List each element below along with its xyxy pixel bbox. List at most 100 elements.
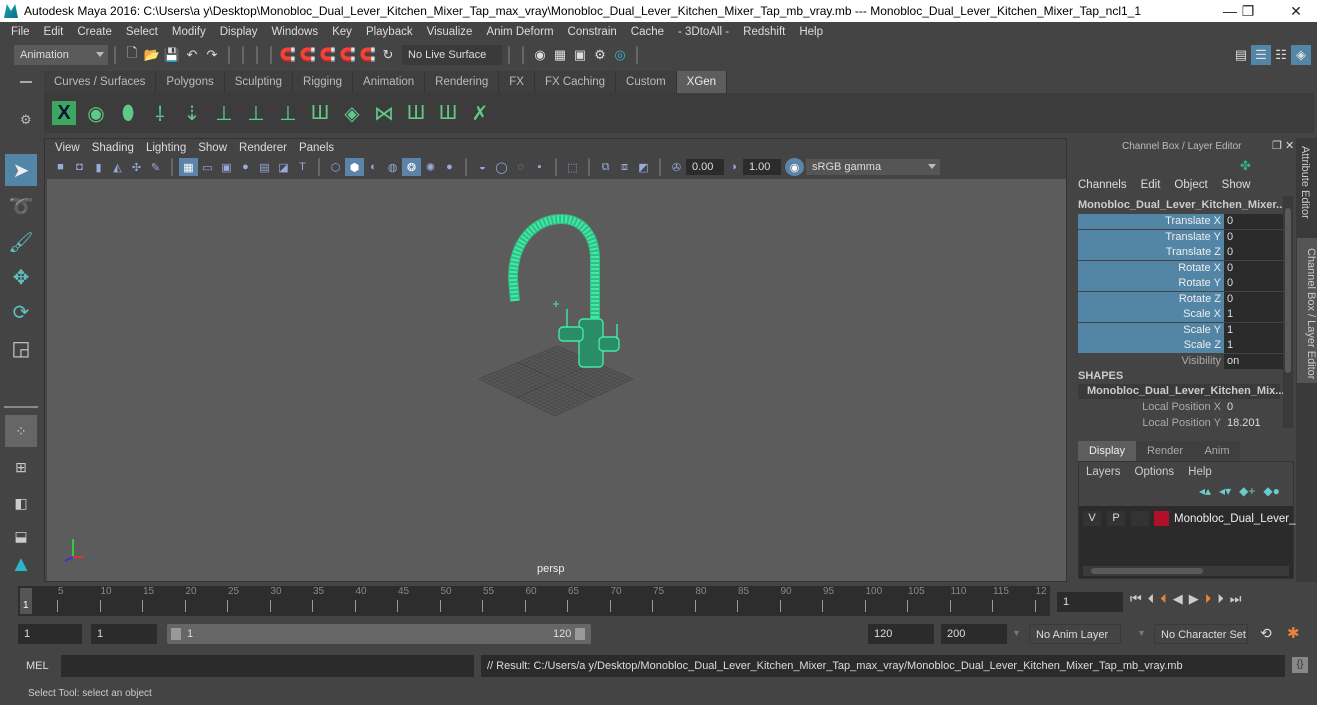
script-editor-icon[interactable]: {} xyxy=(1292,657,1308,673)
end-time-field[interactable]: 200 xyxy=(941,624,1007,644)
delete-guides-icon[interactable]: ✗ xyxy=(464,97,496,129)
lock-guide-icon[interactable]: ⊥ xyxy=(272,97,304,129)
render-current-frame-icon[interactable]: ▦ xyxy=(550,45,570,65)
textured-icon[interactable]: ◍ xyxy=(383,158,402,176)
menu-anim-deform[interactable]: Anim Deform xyxy=(479,26,560,38)
channel-label[interactable]: Scale Z xyxy=(1078,338,1224,353)
menu-playback[interactable]: Playback xyxy=(359,26,420,38)
shelf-tab-custom[interactable]: Custom xyxy=(616,71,677,93)
menu-show[interactable]: Show xyxy=(1222,179,1251,191)
channel-label[interactable]: Translate Y xyxy=(1078,229,1224,245)
snap-view-plane-icon[interactable]: 🧲 xyxy=(338,45,358,65)
shelf-tab-xgen[interactable]: XGen xyxy=(676,71,728,93)
channel-row[interactable]: Scale Z1 xyxy=(1078,338,1284,353)
save-scene-icon[interactable]: 💾 xyxy=(162,45,182,65)
xray-active-icon[interactable]: ⧈ xyxy=(615,158,634,176)
viewport-menu-renderer[interactable]: Renderer xyxy=(233,142,293,154)
depth-of-field-icon[interactable]: ◌ xyxy=(511,158,530,176)
tab-render[interactable]: Render xyxy=(1136,441,1194,461)
rotate-tool-icon[interactable]: ⟳ xyxy=(5,296,37,328)
channel-value[interactable]: on xyxy=(1224,353,1284,369)
smooth-shade-icon[interactable]: ⬢ xyxy=(345,158,364,176)
viewport-menu-panels[interactable]: Panels xyxy=(293,142,340,154)
layer-list-hscrollbar[interactable] xyxy=(1083,566,1289,576)
playback-start-field[interactable]: 1 xyxy=(91,624,157,644)
open-scene-icon[interactable]: 📂 xyxy=(142,45,162,65)
grease-pencil-icon[interactable]: ✎ xyxy=(146,158,165,176)
scrollbar-thumb[interactable] xyxy=(1285,208,1291,373)
hypershade-icon[interactable]: ◎ xyxy=(610,45,630,65)
channel-label[interactable]: Local Position X xyxy=(1078,400,1224,415)
guides-icon[interactable]: Ш xyxy=(304,97,336,129)
current-frame-field[interactable]: 1 xyxy=(1057,592,1123,612)
menu-channels[interactable]: Channels xyxy=(1078,179,1127,191)
channel-value[interactable]: 0 xyxy=(1224,400,1284,415)
make-live-icon[interactable]: ↻ xyxy=(378,45,398,65)
add-guide-icon[interactable]: ⸸ xyxy=(144,97,176,129)
shadows-icon[interactable]: ✺ xyxy=(421,158,440,176)
step-back-key-icon[interactable]: ⏴ xyxy=(1160,591,1167,607)
default-material-icon[interactable]: ◐ xyxy=(364,158,383,176)
channel-value[interactable]: 0 xyxy=(1224,291,1284,307)
xgen-editor-icon[interactable]: X xyxy=(48,97,80,129)
select-guides-icon[interactable]: Ш xyxy=(400,97,432,129)
scale-tool-icon[interactable]: ◲ xyxy=(5,332,37,364)
lasso-tool-icon[interactable]: ➰ xyxy=(5,190,37,222)
backface-culling-icon[interactable]: ◩ xyxy=(634,158,653,176)
channel-label[interactable]: Rotate Z xyxy=(1078,291,1224,307)
image-plane-icon[interactable]: ◭ xyxy=(108,158,127,176)
outliner-persp-layout-icon[interactable]: ◧ xyxy=(5,487,37,519)
shelf-tab-rendering[interactable]: Rendering xyxy=(425,71,500,93)
shape-channel-row[interactable]: Local Position Y 18.201 xyxy=(1078,416,1284,431)
menu-modify[interactable]: Modify xyxy=(165,26,213,38)
channel-value[interactable]: 0 xyxy=(1224,276,1284,291)
step-forward-key-icon[interactable]: ⏵ xyxy=(1205,591,1212,607)
motion-blur-icon[interactable]: ◒ xyxy=(473,158,492,176)
attribute-editor-toggle-icon[interactable]: ☰ xyxy=(1251,45,1271,65)
shelf-settings-icon[interactable]: ⚙ xyxy=(20,112,32,128)
live-surface-field[interactable]: No Live Surface xyxy=(402,45,502,65)
playback-end-field[interactable]: 120 xyxy=(868,624,934,644)
color-management-toggle-icon[interactable]: ◉ xyxy=(785,158,804,176)
float-panel-icon[interactable]: ❐ xyxy=(1272,139,1282,152)
channel-value[interactable]: 0 xyxy=(1224,245,1284,260)
snap-live-icon[interactable]: 🧲 xyxy=(358,45,378,65)
menu-key[interactable]: Key xyxy=(325,26,359,38)
close-button[interactable]: ✕ xyxy=(1276,0,1316,22)
use-all-lights-icon[interactable]: ❂ xyxy=(402,158,421,176)
menu-create[interactable]: Create xyxy=(70,26,119,38)
auto-key-icon[interactable]: ⟲ xyxy=(1260,625,1272,642)
layer-color-swatch[interactable] xyxy=(1154,511,1169,526)
channel-value[interactable]: 18.201 xyxy=(1224,416,1284,431)
colorspace-dropdown[interactable]: sRGB gamma xyxy=(806,159,940,175)
channel-label[interactable]: Rotate X xyxy=(1078,260,1224,276)
tool-settings-toggle-icon[interactable]: ☷ xyxy=(1271,45,1291,65)
channel-value[interactable]: 0 xyxy=(1224,260,1284,276)
layer-visibility-toggle[interactable]: V xyxy=(1083,511,1101,526)
xray-joints-icon[interactable]: ⧉ xyxy=(596,158,615,176)
menu-edit[interactable]: Edit xyxy=(1141,179,1161,191)
anim-layer-dropdown-arrow-icon[interactable]: ▼ xyxy=(1012,628,1021,638)
shelf-tab-rigging[interactable]: Rigging xyxy=(293,71,354,93)
xgen-preview-icon[interactable]: ◉ xyxy=(80,97,112,129)
menu-layers[interactable]: Layers xyxy=(1086,466,1121,478)
single-perspective-layout-icon[interactable]: ⁘ xyxy=(5,415,37,447)
move-layer-down-icon[interactable]: ◂▾ xyxy=(1219,484,1231,498)
viewport-menu-lighting[interactable]: Lighting xyxy=(140,142,192,154)
layer-playback-toggle[interactable]: P xyxy=(1107,511,1125,526)
channel-row[interactable]: Translate Y0 xyxy=(1078,229,1284,245)
paint-select-tool-icon[interactable]: 🖌 xyxy=(5,226,37,258)
xgen-clear-preview-icon[interactable]: ⬮ xyxy=(112,97,144,129)
range-slider[interactable]: 1 120 xyxy=(167,624,591,644)
2d-pan-zoom-icon[interactable]: ✣ xyxy=(127,158,146,176)
xgen-patches-icon[interactable]: ◈ xyxy=(336,97,368,129)
gamma-field[interactable]: 1.00 xyxy=(743,159,781,175)
viewport-menu-show[interactable]: Show xyxy=(192,142,233,154)
menu-help[interactable]: Help xyxy=(1188,466,1212,478)
play-forwards-icon[interactable]: ▶ xyxy=(1189,591,1199,607)
channel-row[interactable]: Rotate Y0 xyxy=(1078,276,1284,291)
channel-label[interactable]: Scale X xyxy=(1078,307,1224,322)
move-guide-icon[interactable]: ⇣ xyxy=(176,97,208,129)
film-gate-icon[interactable]: ▭ xyxy=(198,158,217,176)
go-to-end-icon[interactable]: ⏭ xyxy=(1230,591,1242,607)
